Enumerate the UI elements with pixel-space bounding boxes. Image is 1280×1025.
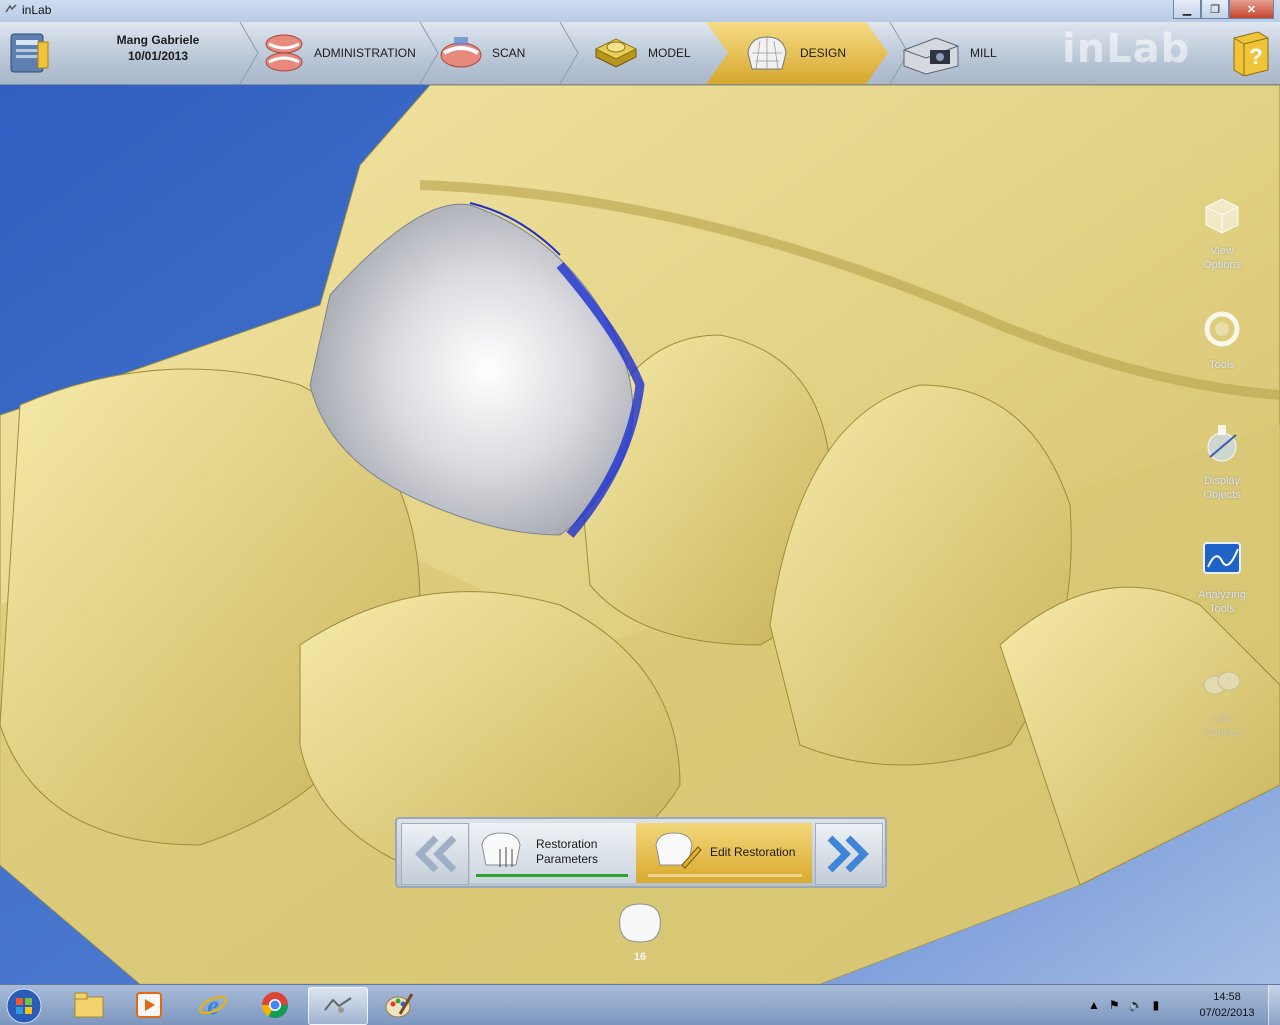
minimize-button[interactable]: ▁ bbox=[1173, 0, 1201, 19]
analyzing-tools-label-2: Tools bbox=[1209, 603, 1235, 615]
tooth-icon bbox=[619, 903, 661, 943]
taskbar-explorer[interactable] bbox=[60, 987, 118, 1023]
close-button[interactable]: ✕ bbox=[1229, 0, 1274, 19]
analyzing-tools-icon bbox=[1203, 542, 1241, 574]
tools-tool[interactable]: Tools bbox=[1186, 307, 1258, 372]
jaw-model-icon bbox=[265, 34, 303, 72]
phase-restoration-parameters-label-2: Parameters bbox=[536, 852, 599, 866]
display-objects-label-2: Objects bbox=[1203, 489, 1241, 501]
step-administration[interactable]: ADMINISTRATION bbox=[262, 22, 416, 84]
tools-icon bbox=[1204, 311, 1240, 347]
restore-button[interactable]: ❐ bbox=[1201, 0, 1229, 19]
model-icon bbox=[594, 38, 638, 68]
start-button[interactable] bbox=[4, 987, 44, 1025]
brand-logo: inLab bbox=[1062, 26, 1191, 72]
link-options-tool[interactable]: Link Options bbox=[1186, 661, 1258, 740]
next-phase-button[interactable] bbox=[815, 823, 883, 885]
taskbar-internet-explorer[interactable]: e bbox=[184, 987, 242, 1023]
svg-text:?: ? bbox=[1249, 44, 1262, 69]
step-administration-label: ADMINISTRATION bbox=[314, 46, 416, 60]
step-design-label: DESIGN bbox=[800, 46, 847, 60]
tools-label: Tools bbox=[1209, 359, 1235, 371]
svg-text:e: e bbox=[207, 991, 219, 1020]
taskbar-chrome[interactable] bbox=[246, 987, 304, 1023]
crown-edit-icon bbox=[655, 832, 702, 869]
taskbar-media-player[interactable] bbox=[120, 987, 178, 1023]
link-options-label-2: Options bbox=[1203, 727, 1241, 739]
taskbar-clock[interactable]: 14:58 07/02/2013 bbox=[1188, 989, 1266, 1021]
phase-restoration-parameters[interactable]: Restoration Parameters bbox=[470, 823, 636, 883]
taskbar-inlab[interactable] bbox=[308, 987, 368, 1025]
step-model-label: MODEL bbox=[648, 46, 691, 60]
taskbar: e ▲ ⚑ 🔈 ▮ 14:58 07/02/2013 bbox=[0, 984, 1280, 1025]
tray-expand-icon[interactable]: ▲ bbox=[1088, 998, 1100, 1012]
show-desktop-button[interactable] bbox=[1268, 985, 1280, 1025]
action-center-icon[interactable]: ⚑ bbox=[1109, 998, 1120, 1012]
view-options-label-2: Options bbox=[1203, 259, 1241, 271]
close-icon: ✕ bbox=[1246, 3, 1257, 16]
step-model[interactable]: MODEL bbox=[592, 22, 691, 84]
analyzing-tools-tool[interactable]: Analyzing Tools bbox=[1186, 537, 1258, 616]
link-options-icon bbox=[1203, 671, 1241, 695]
workflow-bar: Mang Gabriele 10/01/2013 ADMINISTRATION … bbox=[0, 22, 1280, 85]
tooth-number: 16 bbox=[633, 951, 647, 963]
design-phase-bar: Restoration Parameters Edit Restoration bbox=[395, 817, 887, 888]
paint-icon bbox=[385, 993, 414, 1018]
step-scan[interactable]: SCAN bbox=[438, 22, 525, 84]
tooth-selector[interactable]: 16 bbox=[614, 900, 666, 963]
minimize-icon: ▁ bbox=[1182, 3, 1192, 16]
double-chevron-left-icon bbox=[415, 835, 457, 873]
window-title: inLab bbox=[22, 3, 52, 17]
explorer-icon bbox=[74, 992, 104, 1018]
analyzing-tools-label-1: Analyzing bbox=[1198, 589, 1246, 601]
phase-edit-restoration-label: Edit Restoration bbox=[710, 845, 796, 859]
step-mill[interactable]: MILL bbox=[900, 22, 997, 84]
phase-restoration-parameters-label-1: Restoration bbox=[536, 837, 598, 851]
internet-explorer-icon: e bbox=[199, 991, 227, 1020]
clock-date: 07/02/2013 bbox=[1199, 1007, 1255, 1019]
display-objects-icon bbox=[1207, 425, 1237, 462]
link-options-label-1: Link bbox=[1211, 713, 1233, 725]
previous-phase-button[interactable] bbox=[401, 823, 469, 885]
clock-time: 14:58 bbox=[1213, 991, 1241, 1003]
step-mill-label: MILL bbox=[970, 46, 997, 60]
step-design[interactable]: DESIGN bbox=[742, 22, 846, 84]
display-objects-label-1: Display bbox=[1203, 475, 1241, 487]
window-titlebar: inLab ▁ ❐ ✕ bbox=[0, 0, 1280, 23]
inlab-app-icon bbox=[324, 997, 352, 1013]
crown-parameters-icon bbox=[481, 832, 521, 867]
view-options-tool[interactable]: View Options bbox=[1186, 193, 1258, 272]
step-scan-label: SCAN bbox=[492, 46, 526, 60]
phase-edit-restoration[interactable]: Edit Restoration bbox=[636, 823, 812, 883]
volume-icon[interactable]: 🔈 bbox=[1129, 998, 1144, 1012]
view-options-label-1: View bbox=[1210, 245, 1234, 257]
inlab-app-icon bbox=[5, 4, 17, 13]
display-objects-tool[interactable]: Display Objects bbox=[1186, 423, 1258, 502]
double-chevron-right-icon bbox=[827, 835, 869, 873]
taskbar-paint[interactable] bbox=[370, 987, 428, 1023]
phase-edit-restoration-progress bbox=[648, 874, 802, 877]
scan-jaw-icon bbox=[440, 37, 482, 68]
network-icon[interactable]: ▮ bbox=[1153, 998, 1160, 1012]
milling-machine-icon bbox=[903, 37, 959, 75]
media-player-icon bbox=[136, 992, 162, 1018]
help-icon[interactable]: ? bbox=[1230, 30, 1272, 76]
phase-restoration-parameters-progress bbox=[476, 874, 628, 877]
view-options-icon bbox=[1205, 198, 1239, 234]
crown-design-icon bbox=[747, 36, 787, 70]
restore-icon: ❐ bbox=[1210, 3, 1220, 16]
system-tray: ▲ ⚑ 🔈 ▮ bbox=[1088, 987, 1159, 1023]
chrome-icon bbox=[261, 992, 289, 1019]
